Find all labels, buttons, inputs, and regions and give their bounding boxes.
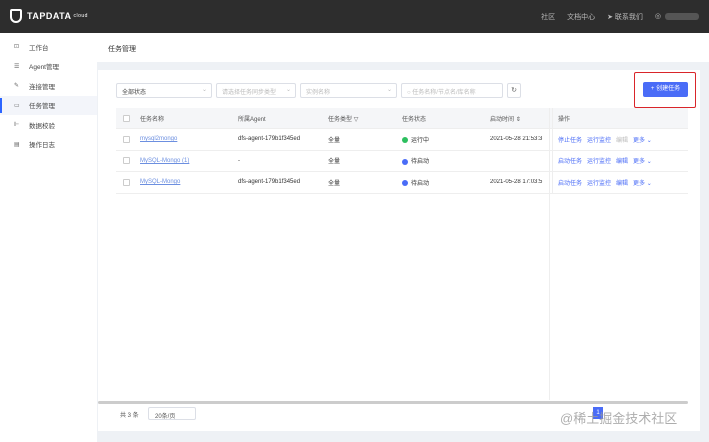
horizontal-scrollbar[interactable]	[98, 401, 688, 404]
chevron-down-icon: ⌄	[386, 87, 392, 93]
row-checkbox[interactable]	[123, 157, 130, 165]
sidebar-item-0[interactable]: ⊡ 工作台	[0, 37, 97, 57]
sidebar-item-5[interactable]: ▤ 操作日志	[0, 135, 97, 155]
logo-icon	[10, 9, 22, 23]
nav-contact[interactable]: ➤ 联系我们	[607, 12, 643, 22]
task-name-link[interactable]: MySQL-Mongo (1)	[140, 158, 189, 164]
sidebar-item-3[interactable]: ▭ 任务管理	[0, 95, 97, 115]
check-icon: ⊩	[14, 122, 20, 129]
log-icon: ▤	[14, 141, 20, 148]
refresh-icon: ↻	[511, 87, 517, 94]
table-row: MySQL-Mongo dfs-agent-179b1f345ed 全量 待启动…	[116, 172, 688, 194]
list-icon: ☰	[14, 63, 20, 70]
table-header: 任务名称 所属Agent 任务类型 ▽ 任务状态 启动时间 ⇕ 操作	[116, 108, 688, 129]
watermark: @稀土掘金技术社区	[560, 411, 678, 426]
fixed-column-divider	[549, 108, 550, 400]
sort-start-time[interactable]: 启动时间 ⇕	[490, 114, 552, 123]
logo[interactable]: TAPDATA cloud	[10, 9, 88, 23]
row-checkbox[interactable]	[123, 135, 130, 143]
row-action[interactable]: 编辑	[616, 178, 628, 187]
row-action[interactable]: 更多 ⌄	[633, 178, 652, 187]
nav-community[interactable]: 社区	[541, 12, 555, 22]
row-action[interactable]: 编辑	[616, 156, 628, 165]
row-action[interactable]: 更多 ⌄	[633, 156, 652, 165]
sort-icon: ⇕	[515, 116, 521, 123]
status-badge: 运行中	[411, 137, 430, 144]
chevron-down-icon: ⌄	[285, 87, 291, 93]
refresh-button[interactable]: ↻	[507, 83, 521, 98]
status-icon	[402, 158, 408, 165]
task-icon: ▭	[14, 102, 20, 109]
page-size-select[interactable]: 20条/页	[148, 407, 196, 420]
task-panel: 全部状态 ⌄ 请选择任务同步类型 ⌄ 实例名称 ⌄ ○ 任务名称/节点名/库名称 ↻ …	[98, 70, 700, 431]
chevron-down-icon: ⌄	[201, 87, 207, 93]
page-title: 任务管理	[97, 33, 709, 62]
filter-icon[interactable]: ▽	[354, 117, 359, 123]
status-badge: 待启动	[411, 180, 430, 187]
instance-select[interactable]: 实例名称 ⌄	[300, 83, 397, 98]
nav-docs[interactable]: 文档中心	[567, 12, 595, 22]
task-table: 任务名称 所属Agent 任务类型 ▽ 任务状态 启动时间 ⇕ 操作 mysql…	[116, 108, 688, 194]
status-icon	[402, 180, 408, 187]
total-count: 共 3 条	[120, 413, 139, 419]
row-action[interactable]: 停止任务	[558, 135, 582, 144]
status-badge: 待启动	[411, 159, 430, 166]
row-action[interactable]: 运行监控	[587, 135, 611, 144]
status-icon	[402, 137, 408, 144]
sync-type-select[interactable]: 请选择任务同步类型 ⌄	[216, 83, 296, 98]
link-icon: ✎	[14, 83, 20, 90]
send-icon: ➤	[607, 14, 615, 21]
sidebar-item-4[interactable]: ⊩ 数据校验	[0, 115, 97, 135]
table-row: mysql2mongo dfs-agent-179b1f345ed 全量 运行中…	[116, 129, 688, 151]
table-row: MySQL-Mongo (1) - 全量 待启动 启动任务 运行监控 编辑 更多 ⌄	[116, 150, 688, 172]
row-action[interactable]: 编辑	[616, 135, 628, 144]
sidebar-item-2[interactable]: ✎ 连接管理	[0, 76, 97, 96]
row-checkbox[interactable]	[123, 178, 130, 186]
user-menu[interactable]: ◎	[655, 12, 699, 22]
username-blurred	[665, 12, 699, 20]
row-action[interactable]: 启动任务	[558, 178, 582, 187]
status-select[interactable]: 全部状态 ⌄	[116, 83, 212, 98]
user-icon: ◎	[654, 13, 661, 20]
search-input[interactable]: ○ 任务名称/节点名/库名称	[401, 83, 503, 98]
sidebar-item-1[interactable]: ☰ Agent管理	[0, 57, 97, 77]
row-action[interactable]: 启动任务	[558, 156, 582, 165]
top-bar: TAPDATA cloud 社区 文档中心 ➤ 联系我们 ◎	[0, 0, 709, 33]
task-name-link[interactable]: MySQL-Mongo	[140, 179, 180, 185]
task-name-link[interactable]: mysql2mongo	[140, 136, 177, 142]
dashboard-icon: ⊡	[14, 44, 20, 51]
row-action[interactable]: 运行监控	[587, 178, 611, 187]
select-all-checkbox[interactable]	[123, 114, 130, 122]
sidebar: ⊡ 工作台 ☰ Agent管理 ✎ 连接管理 ▭ 任务管理 ⊩ 数据校验 ▤ 操作日志	[0, 33, 97, 442]
row-action[interactable]: 更多 ⌄	[633, 135, 652, 144]
create-task-button[interactable]: + 创建任务	[643, 82, 688, 97]
row-action[interactable]: 运行监控	[587, 156, 611, 165]
